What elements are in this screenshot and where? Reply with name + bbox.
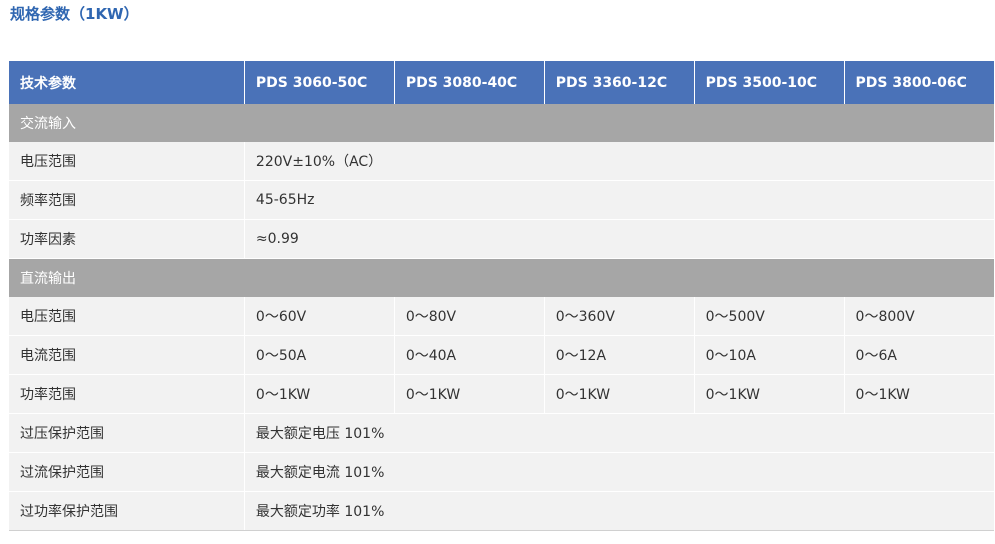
- cell-value: 0～1KW: [394, 374, 545, 414]
- cell-value: 0～1KW: [244, 374, 395, 414]
- row-label: 过流保护范围: [9, 452, 245, 492]
- row-value: 最大额定电流 101%: [244, 452, 994, 492]
- section-title: 直流输出: [9, 258, 994, 297]
- row-value: ≈0.99: [244, 219, 994, 259]
- table-row: 频率范围 45-65Hz: [9, 180, 994, 220]
- header-model-2: PDS 3080-40C: [394, 61, 545, 104]
- row-label: 频率范围: [9, 180, 245, 220]
- cell-value: 0～50A: [244, 335, 395, 375]
- cell-value: 0～500V: [694, 297, 845, 336]
- spec-table: 技术参数 PDS 3060-50C PDS 3080-40C PDS 3360-…: [9, 61, 994, 531]
- cell-value: 0～1KW: [694, 374, 845, 414]
- section-dc-output: 直流输出: [9, 258, 994, 297]
- table-row: 电压范围 220V±10%（AC）: [9, 142, 994, 181]
- row-label: 过压保护范围: [9, 413, 245, 453]
- table-row: 过功率保护范围 最大额定功率 101%: [9, 491, 994, 531]
- row-label: 功率因素: [9, 219, 245, 259]
- header-model-3: PDS 3360-12C: [544, 61, 695, 104]
- section-ac-input: 交流输入: [9, 104, 994, 142]
- header-parameter: 技术参数: [9, 61, 245, 104]
- cell-value: 0～1KW: [844, 374, 994, 414]
- section-title: 交流输入: [9, 104, 994, 142]
- table-row: 功率因素 ≈0.99: [9, 219, 994, 259]
- page-title: 规格参数（1KW）: [10, 5, 139, 23]
- cell-value: 0～40A: [394, 335, 545, 375]
- row-label: 电压范围: [9, 142, 245, 181]
- cell-value: 0～360V: [544, 297, 695, 336]
- cell-value: 0～80V: [394, 297, 545, 336]
- cell-value: 0～12A: [544, 335, 695, 375]
- row-label: 电流范围: [9, 335, 245, 375]
- header-model-1: PDS 3060-50C: [244, 61, 395, 104]
- table-row: 过压保护范围 最大额定电压 101%: [9, 413, 994, 453]
- table-row: 电流范围 0～50A 0～40A 0～12A 0～10A 0～6A: [9, 335, 994, 375]
- table-row: 电压范围 0～60V 0～80V 0～360V 0～500V 0～800V: [9, 297, 994, 336]
- cell-value: 0～6A: [844, 335, 994, 375]
- table-row: 过流保护范围 最大额定电流 101%: [9, 452, 994, 492]
- row-label: 功率范围: [9, 374, 245, 414]
- header-model-4: PDS 3500-10C: [694, 61, 845, 104]
- row-value: 最大额定电压 101%: [244, 413, 994, 453]
- cell-value: 0～60V: [244, 297, 395, 336]
- row-value: 45-65Hz: [244, 180, 994, 220]
- row-label: 过功率保护范围: [9, 491, 245, 531]
- header-model-5: PDS 3800-06C: [844, 61, 994, 104]
- cell-value: 0～10A: [694, 335, 845, 375]
- row-label: 电压范围: [9, 297, 245, 336]
- row-value: 最大额定功率 101%: [244, 491, 994, 531]
- row-value: 220V±10%（AC）: [244, 142, 994, 181]
- table-header-row: 技术参数 PDS 3060-50C PDS 3080-40C PDS 3360-…: [9, 61, 994, 104]
- cell-value: 0～800V: [844, 297, 994, 336]
- table-row: 功率范围 0～1KW 0～1KW 0～1KW 0～1KW 0～1KW: [9, 374, 994, 414]
- cell-value: 0～1KW: [544, 374, 695, 414]
